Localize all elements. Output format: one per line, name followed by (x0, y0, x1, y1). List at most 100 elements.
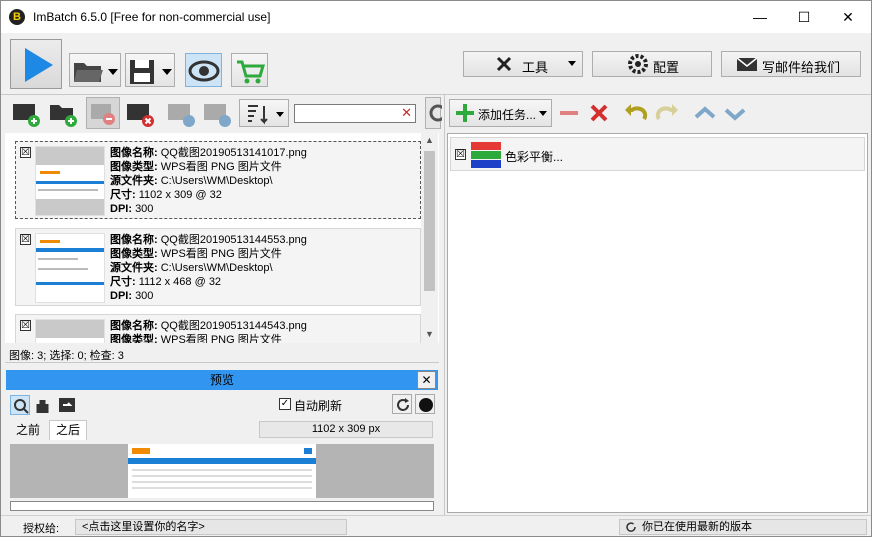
scroll-up-icon[interactable]: ▲ (425, 135, 434, 145)
status-bar: 授权给: <点击这里设置你的名字> 你已在使用最新的版本 (1, 515, 871, 536)
redo-button[interactable] (653, 99, 681, 127)
zoom-fit-button[interactable] (10, 395, 30, 415)
image-checkbox[interactable]: ☒ (20, 147, 31, 158)
background-color-button[interactable] (415, 394, 435, 414)
license-name-field[interactable]: <点击这里设置你的名字> (75, 519, 347, 535)
red-x-icon (590, 104, 608, 122)
move-up-image-button[interactable] (165, 99, 197, 127)
add-folder-button[interactable] (47, 99, 79, 127)
image-name: QQ截图20190513144553.png (160, 234, 307, 246)
pan-tool-button[interactable] (33, 395, 53, 415)
maximize-button[interactable]: ☐ (781, 1, 827, 33)
email-us-button[interactable]: 写邮件给我们 (721, 51, 861, 77)
preview-toggle-button[interactable] (185, 53, 222, 87)
move-down-image-button[interactable] (201, 99, 233, 127)
image-thumbnail (35, 319, 105, 343)
hand-icon (36, 400, 49, 413)
name-label: 图像名称: (110, 147, 158, 159)
task-label: 色彩平衡... (505, 150, 564, 164)
chevron-up-icon (694, 106, 716, 119)
dpi-label: DPI: (110, 290, 132, 302)
pane-splitter[interactable] (444, 95, 445, 515)
image-thumbnail (35, 233, 105, 303)
image-list-item[interactable]: ☒ 图像名称: QQ截图20190513144553.png 图像类型: WPS… (15, 228, 421, 306)
undo-button[interactable] (622, 99, 650, 127)
fit-window-button[interactable] (57, 395, 77, 415)
scroll-down-icon[interactable]: ▼ (425, 329, 434, 339)
tab-after[interactable]: 之后 (49, 420, 88, 440)
add-task-button[interactable]: 添加任务... (449, 99, 552, 127)
tools-menu-button[interactable]: 工具 (463, 51, 583, 77)
image-type: WPS看图 PNG 图片文件 (160, 248, 282, 260)
close-button[interactable]: ✕ (825, 1, 871, 33)
minimize-button[interactable]: — (737, 1, 783, 33)
open-folder-button[interactable] (69, 53, 121, 87)
title-bar: B ImBatch 6.5.0 [Free for non-commercial… (1, 1, 871, 33)
task-checkbox[interactable]: ☒ (455, 149, 466, 160)
clear-filter-icon[interactable]: ✕ (401, 105, 412, 121)
sort-button[interactable] (239, 99, 289, 127)
tools-label: 工具 (522, 60, 549, 75)
move-task-down-button[interactable] (721, 99, 749, 127)
chevron-down-icon (568, 61, 576, 66)
gear-icon (628, 54, 648, 74)
scrollbar-thumb[interactable] (424, 151, 435, 291)
preview-dimension: 1102 x 309 px (259, 421, 433, 438)
black-circle-icon (419, 398, 433, 412)
image-down-icon (204, 104, 231, 127)
image-list-scrollbar[interactable]: ▲ ▼ (421, 133, 438, 343)
image-toolbar-overflow[interactable] (425, 97, 447, 129)
plus-icon (456, 104, 474, 122)
auto-refresh-label: 自动刷新 (294, 399, 343, 413)
settings-button[interactable]: 配置 (592, 51, 712, 77)
folder-open-icon (74, 63, 118, 82)
image-list[interactable]: ☒ 图像名称: QQ截图20190513141017.png 图像类型: WPS… (5, 133, 439, 343)
image-dpi: 300 (135, 290, 154, 302)
add-image-button[interactable] (10, 99, 42, 127)
refresh-preview-button[interactable] (392, 394, 412, 414)
auto-refresh-checkbox[interactable]: ✓ (279, 398, 291, 410)
zoom-icon (14, 399, 29, 414)
size-label: 尺寸: (110, 189, 136, 201)
buy-button[interactable] (231, 53, 268, 87)
image-info: 图像名称: QQ截图20190513144543.png 图像类型: WPS看图… (110, 319, 307, 343)
task-list[interactable]: ☒ 色彩平衡... (447, 133, 868, 513)
color-balance-icon (471, 142, 501, 168)
save-disk-icon (130, 60, 172, 84)
name-label: 图像名称: (110, 320, 158, 332)
add-task-label: 添加任务... (478, 108, 537, 122)
wrench-screwdriver-icon (496, 56, 512, 72)
name-label: 图像名称: (110, 234, 158, 246)
save-button[interactable] (125, 53, 175, 87)
image-dpi: 300 (135, 203, 154, 215)
close-preview-button[interactable]: ✕ (417, 371, 436, 389)
redo-icon (655, 104, 678, 121)
task-list-item[interactable]: ☒ 色彩平衡... (450, 137, 865, 171)
run-button[interactable] (10, 39, 62, 89)
folder-label: 源文件夹: (110, 262, 158, 274)
tab-before[interactable]: 之前 (10, 421, 46, 441)
preview-horizontal-scrollbar[interactable] (10, 501, 434, 511)
undo-icon (625, 104, 648, 121)
settings-label: 配置 (653, 60, 680, 75)
image-list-item[interactable]: ☒ 图像名称: QQ截图20190513141017.png 图像类型: WPS… (15, 141, 421, 219)
license-label: 授权给: (23, 523, 60, 535)
image-count-status: 图像: 3; 选择: 0; 检查: 3 (9, 350, 124, 362)
main-window: B ImBatch 6.5.0 [Free for non-commercial… (0, 0, 872, 537)
filter-input[interactable]: ✕ (294, 104, 416, 123)
image-list-item[interactable]: ☒ 图像名称: QQ截图20190513144543.png 图像类型: WPS… (15, 314, 421, 343)
preview-canvas[interactable] (10, 444, 434, 498)
image-folder: C:\Users\WM\Desktop\ (160, 262, 273, 274)
image-type: WPS看图 PNG 图片文件 (160, 161, 282, 173)
preview-title: 预览 (209, 373, 234, 387)
delete-image-button[interactable] (124, 99, 156, 127)
image-checkbox[interactable]: ☒ (20, 234, 31, 245)
remove-image-button[interactable] (86, 97, 120, 129)
move-task-up-button[interactable] (691, 99, 719, 127)
image-checkbox[interactable]: ☒ (20, 320, 31, 331)
remove-task-button[interactable] (556, 99, 582, 127)
sort-icon (248, 105, 284, 125)
refresh-icon (397, 398, 409, 411)
delete-task-button[interactable] (586, 99, 612, 127)
app-logo-icon: B (9, 9, 25, 25)
